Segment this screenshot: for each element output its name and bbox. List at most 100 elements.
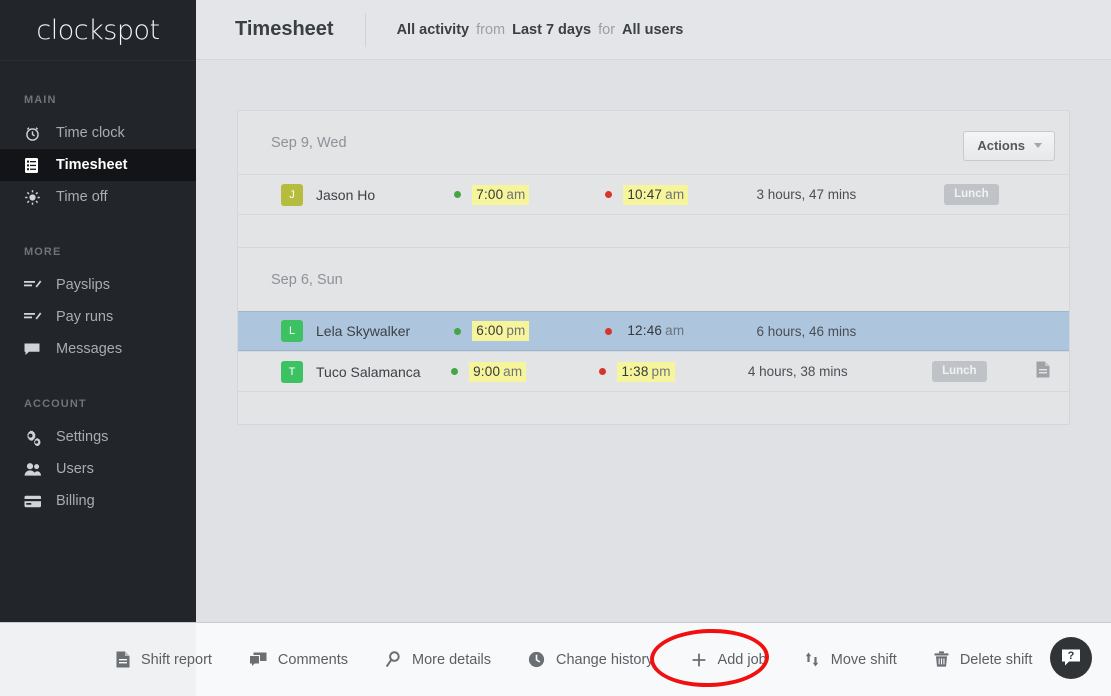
comments-button[interactable]: Comments [248,651,349,668]
people-icon [24,460,46,478]
filter-activity[interactable]: All activity [397,22,470,38]
sidebar-item-pay-runs[interactable]: Pay runs [0,301,196,333]
application-window: clockspot MAIN Time clock Timesheet Time… [0,0,1111,696]
bottom-toolbar: Shift report Comments More details Chang… [0,622,1111,696]
actions-button-label: Actions [977,138,1025,153]
brand-logo[interactable]: clockspot [0,0,196,61]
clock-in-cell[interactable]: 9:00 am [451,361,599,382]
day-group: Sep 6, Sun L Lela Skywalker 6:00 pm 12:46… [238,247,1069,424]
sidebar-item-timesheet[interactable]: Timesheet [0,149,196,181]
toolbar-item-label: Add job [717,651,767,668]
clock-out-time[interactable]: 1:38 pm [617,361,675,382]
main-content: Sep 9, Wed Actions J Jason Ho 7:00 am 10… [196,60,1111,622]
clock-in-time[interactable]: 6:00 pm [472,321,530,341]
clock-out-cell[interactable]: 1:38 pm [599,361,747,382]
sun-icon [24,188,46,206]
move-shift-button[interactable]: Move shift [804,651,897,668]
list-document-icon [24,156,46,174]
toolbar-item-label: Delete shift [959,651,1033,668]
shift-user-name: Lela Skywalker [316,323,411,339]
timesheet-card: Sep 9, Wed Actions J Jason Ho 7:00 am 10… [237,110,1070,425]
filter-for-label: for [598,21,616,38]
message-bubble-icon [24,340,46,358]
sidebar: clockspot MAIN Time clock Timesheet Time… [0,0,196,665]
shift-report-button[interactable]: Shift report [116,651,212,668]
avatar: J [281,183,303,206]
sidebar-item-billing[interactable]: Billing [0,485,196,517]
sidebar-section-label-more: MORE [24,246,62,258]
document-icon [116,651,130,668]
day-date-label: Sep 6, Sun [271,271,343,288]
brand-name: clockspot [36,14,160,46]
shift-note-cell[interactable] [1036,361,1069,383]
note-document-icon[interactable] [1036,361,1050,383]
sidebar-item-label: Users [56,461,94,477]
sidebar-item-payslips[interactable]: Payslips [0,269,196,301]
sidebar-section-label-main: MAIN [24,94,57,106]
payslip-icon [24,276,46,294]
sidebar-item-label: Time clock [56,125,125,141]
clock-out-dot-icon [599,368,607,375]
day-header: Sep 9, Wed [238,111,1069,174]
sidebar-item-messages[interactable]: Messages [0,333,196,365]
shift-user: J Jason Ho [238,183,454,206]
help-button[interactable]: ? [1050,637,1092,679]
clock-in-cell[interactable]: 7:00 am [454,184,605,205]
toolbar-item-label: Comments [277,651,349,668]
day-group-spacer [238,391,1069,424]
shift-user-name: Jason Ho [316,186,376,203]
table-row[interactable]: J Jason Ho 7:00 am 10:47 am 3 hours, 47 mi… [238,174,1069,214]
filter-from-label: from [476,21,506,38]
change-history-button[interactable]: Change history [528,651,654,668]
toolbar-item-label: Change history [556,651,654,668]
clock-in-dot-icon [454,327,462,335]
clock-in-time[interactable]: 9:00 am [469,361,527,382]
more-details-button[interactable]: More details [385,651,491,668]
clock-icon [528,651,545,668]
clock-in-time[interactable]: 7:00 am [472,184,530,205]
sidebar-section-label-account: ACCOUNT [24,398,87,410]
toolbar-item-label: More details [412,651,492,668]
table-row[interactable]: T Tuco Salamanca 9:00 am 1:38 pm 4 hours, … [238,351,1069,391]
lunch-badge: Lunch [932,361,987,382]
shift-user: T Tuco Salamanca [238,360,451,383]
sidebar-item-settings[interactable]: Settings [0,421,196,453]
comment-bubble-icon [248,652,267,668]
avatar: L [281,320,303,342]
day-header: Sep 6, Sun [238,248,1069,311]
shift-duration: 3 hours, 47 mins [756,187,857,202]
lunch-badge: Lunch [944,184,999,205]
filter-bar: All activity from Last 7 days for All us… [397,22,684,38]
help-bubble-icon: ? [1062,649,1080,666]
trash-icon [934,651,949,668]
add-job-button[interactable]: Add job [691,652,767,668]
sidebar-item-time-clock[interactable]: Time clock [0,117,196,149]
avatar: T [281,360,303,383]
clock-out-time[interactable]: 12:46 am [623,321,688,341]
toolbar-actions: Shift report Comments More details Chang… [116,651,1069,668]
clock-in-cell[interactable]: 6:00 pm [454,321,605,341]
actions-button[interactable]: Actions [963,131,1055,161]
toolbar-item-label: Move shift [830,651,897,668]
header-divider [364,12,366,47]
page-header: Timesheet All activity from Last 7 days … [196,0,1111,60]
sidebar-item-users[interactable]: Users [0,453,196,485]
alarm-clock-icon [24,124,46,142]
chevron-down-icon [1034,143,1042,148]
clock-out-time[interactable]: 10:47 am [623,184,689,205]
filter-users[interactable]: All users [622,22,683,38]
page-title: Timesheet [235,18,334,40]
gears-icon [24,428,46,446]
day-group-spacer [238,214,1069,247]
shift-user-name: Tuco Salamanca [316,363,421,380]
clock-out-cell[interactable]: 10:47 am [605,184,756,205]
clock-out-cell[interactable]: 12:46 am [605,321,756,341]
filter-date-range[interactable]: Last 7 days [512,22,591,38]
sidebar-item-label: Timesheet [56,157,128,173]
delete-shift-button[interactable]: Delete shift [934,651,1033,668]
shift-tag: Lunch [944,184,1050,205]
table-row[interactable]: L Lela Skywalker 6:00 pm 12:46 am 6 hours,… [238,311,1069,351]
plus-icon [691,652,707,668]
sidebar-item-label: Time off [56,189,108,205]
sidebar-item-time-off[interactable]: Time off [0,181,196,213]
